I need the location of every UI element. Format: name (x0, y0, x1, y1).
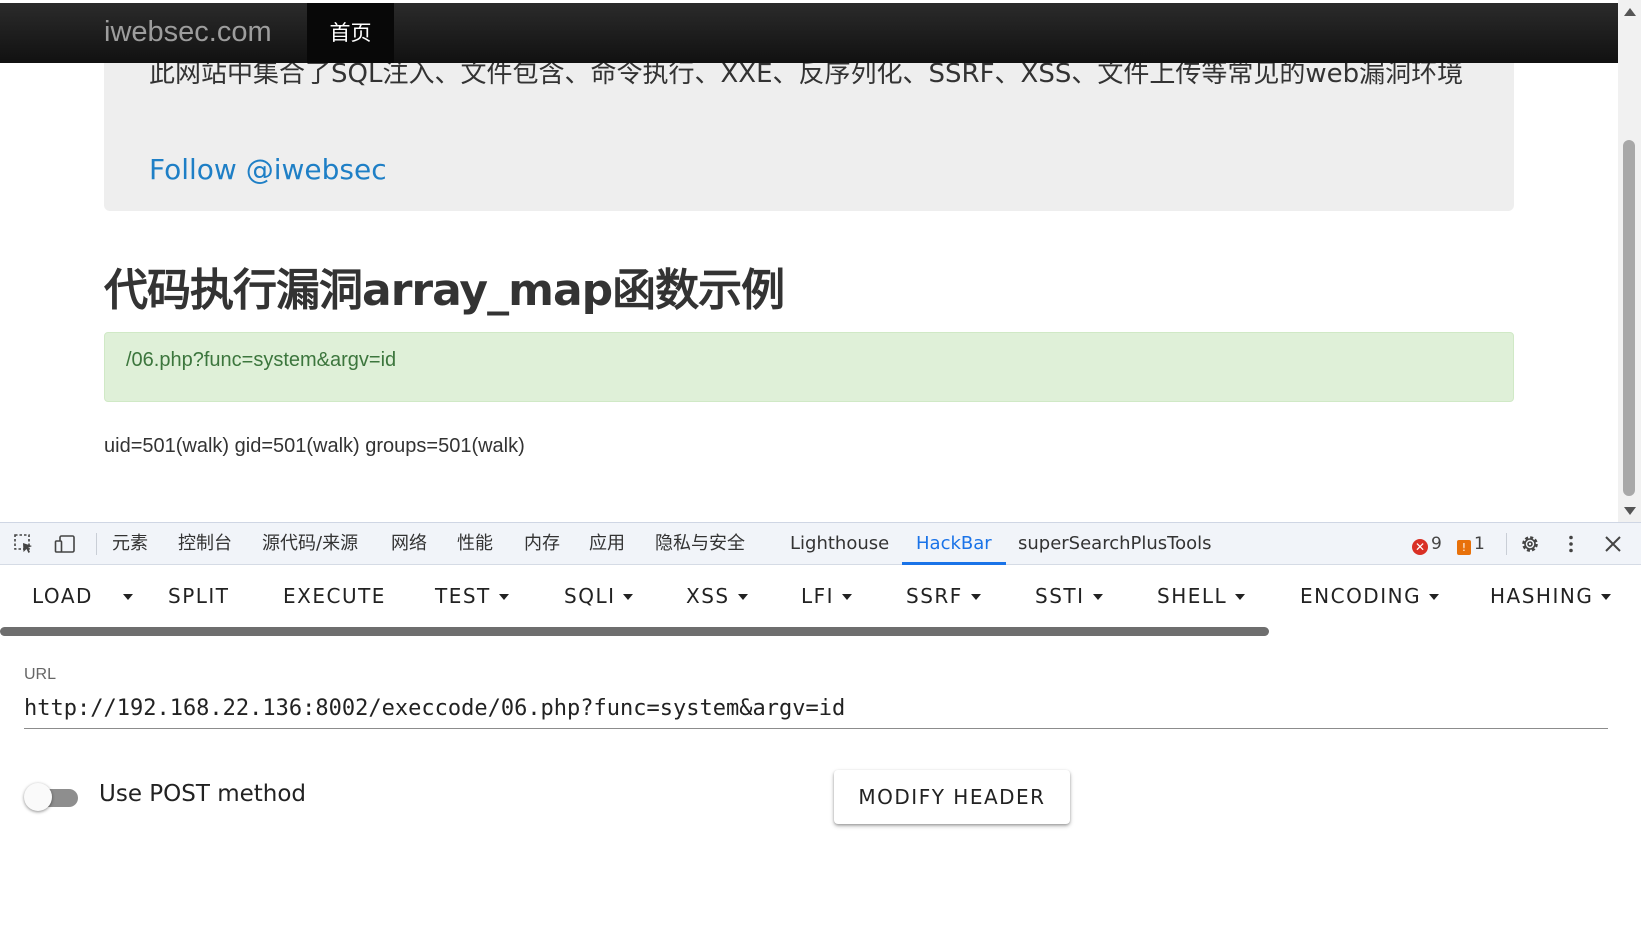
chevron-down-icon (1235, 594, 1246, 600)
shell-menu-button[interactable]: SHELL (1157, 581, 1246, 611)
execute-button[interactable]: EXECUTE (283, 581, 386, 611)
tab-lighthouse[interactable]: Lighthouse (790, 523, 889, 565)
tabbar-divider (96, 533, 97, 555)
settings-gear-icon[interactable] (1519, 533, 1541, 555)
ssrf-label: SSRF (906, 584, 963, 608)
tab-application[interactable]: 应用 (589, 523, 625, 565)
ssti-menu-button[interactable]: SSTI (1035, 581, 1103, 611)
devtools-tabbar: 元素 控制台 源代码/来源 网络 性能 内存 应用 隐私与安全 Lighthou… (0, 523, 1641, 565)
chevron-down-icon (623, 594, 634, 600)
devtools-panel: 元素 控制台 源代码/来源 网络 性能 内存 应用 隐私与安全 Lighthou… (0, 522, 1641, 927)
chevron-down-icon (1092, 594, 1103, 600)
chevron-down-icon (1429, 594, 1440, 600)
chevron-down-icon (970, 594, 981, 600)
alert-success: /06.php?func=system&argv=id (104, 332, 1514, 402)
navbar: iwebsec.com 首页 (0, 3, 1618, 63)
tabbar-divider (1506, 533, 1507, 555)
tab-elements[interactable]: 元素 (112, 523, 148, 565)
error-count: 9 (1431, 534, 1442, 554)
alert-text: /06.php?func=system&argv=id (126, 349, 397, 371)
modify-header-button[interactable]: MODIFY HEADER (834, 770, 1070, 824)
close-devtools-icon[interactable] (1602, 533, 1624, 555)
tab-performance[interactable]: 性能 (457, 523, 493, 565)
lfi-menu-button[interactable]: LFI (801, 581, 853, 611)
load-dropdown-toggle[interactable] (123, 581, 135, 611)
more-options-icon[interactable] (1560, 533, 1582, 555)
xss-label: XSS (686, 584, 730, 608)
page-content: 此网站中集合了SQL注入、文件包含、命令执行、XXE、反序列化、SSRF、XSS… (0, 0, 1618, 522)
hashing-label: HASHING (1490, 584, 1594, 608)
test-label: TEST (435, 584, 491, 608)
follow-link[interactable]: Follow @iwebsec (149, 153, 387, 186)
chevron-down-icon (123, 594, 133, 600)
ssti-label: SSTI (1035, 584, 1085, 608)
scroll-up-icon[interactable] (1624, 8, 1636, 16)
error-counter[interactable]: ✕ 9 (1412, 533, 1442, 555)
url-label: URL (24, 666, 57, 683)
post-method-label: Use POST method (99, 781, 307, 807)
vertical-scrollbar[interactable] (1618, 0, 1641, 522)
chevron-down-icon (498, 594, 509, 600)
scroll-down-icon[interactable] (1624, 507, 1636, 515)
tab-hackbar[interactable]: HackBar (902, 523, 1006, 565)
chevron-down-icon (842, 594, 853, 600)
hashing-menu-button[interactable]: HASHING (1490, 581, 1612, 611)
scrollbar-thumb[interactable] (0, 627, 1269, 636)
test-menu-button[interactable]: TEST (435, 581, 509, 611)
toggle-knob (24, 783, 52, 811)
tab-network[interactable]: 网络 (391, 523, 427, 565)
tab-privacy-security[interactable]: 隐私与安全 (655, 523, 745, 565)
hackbar-horizontal-scrollbar[interactable] (0, 627, 1641, 637)
post-method-toggle[interactable] (24, 781, 80, 811)
chevron-down-icon (737, 594, 748, 600)
error-icon: ✕ (1412, 539, 1428, 555)
nav-item-home[interactable]: 首页 (307, 3, 394, 63)
sqli-menu-button[interactable]: SQLI (564, 581, 634, 611)
ssrf-menu-button[interactable]: SSRF (906, 581, 981, 611)
lfi-label: LFI (801, 584, 835, 608)
tab-console[interactable]: 控制台 (178, 523, 232, 565)
warning-count: 1 (1474, 534, 1485, 554)
url-input[interactable] (24, 689, 1608, 729)
shell-label: SHELL (1157, 584, 1228, 608)
sqli-label: SQLI (564, 584, 616, 608)
tab-sources[interactable]: 源代码/来源 (262, 523, 358, 565)
tab-supersearchplustools[interactable]: superSearchPlusTools (1018, 523, 1212, 565)
encoding-menu-button[interactable]: ENCODING (1300, 581, 1440, 611)
scrollbar-thumb[interactable] (1623, 140, 1635, 496)
split-button[interactable]: SPLIT (168, 581, 230, 611)
hackbar-toolbar: LOAD SPLIT EXECUTE TEST SQLI XSS LFI SSR… (0, 565, 1641, 627)
chevron-down-icon (1601, 594, 1612, 600)
page-title: 代码执行漏洞array_map函数示例 (104, 265, 785, 316)
device-toolbar-icon[interactable] (54, 533, 76, 555)
inspect-element-icon[interactable] (13, 533, 35, 555)
command-output: uid=501(walk) gid=501(walk) groups=501(w… (104, 435, 525, 457)
warning-icon: ! (1457, 540, 1471, 555)
tab-memory[interactable]: 内存 (524, 523, 560, 565)
encoding-label: ENCODING (1300, 584, 1422, 608)
xss-menu-button[interactable]: XSS (686, 581, 748, 611)
brand-link[interactable]: iwebsec.com (104, 16, 272, 49)
warning-counter[interactable]: ! 1 (1457, 533, 1485, 555)
page-viewport: 此网站中集合了SQL注入、文件包含、命令执行、XXE、反序列化、SSRF、XSS… (0, 0, 1641, 522)
load-button[interactable]: LOAD (32, 581, 93, 611)
